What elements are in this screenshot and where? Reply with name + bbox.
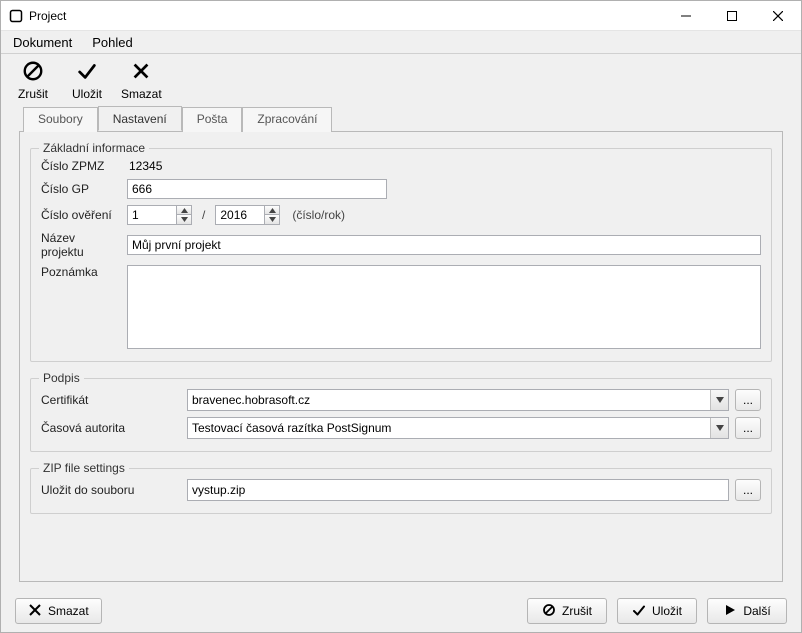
group-podpis-legend: Podpis bbox=[39, 371, 84, 385]
toolbar-smazat[interactable]: Smazat bbox=[121, 60, 162, 101]
toolbar: Zrušit Uložit Smazat bbox=[1, 54, 801, 106]
tabs: Soubory Nastavení Pošta Zpracování bbox=[23, 106, 783, 131]
toolbar-ulozit[interactable]: Uložit bbox=[67, 60, 107, 101]
ov-hint: (číslo/rok) bbox=[292, 208, 345, 222]
ov-separator: / bbox=[202, 208, 205, 222]
footer-dalsi-label: Další bbox=[743, 604, 770, 618]
input-nazev-projektu[interactable] bbox=[127, 235, 761, 255]
toolbar-ulozit-label: Uložit bbox=[72, 87, 102, 101]
label-ulozit-do-souboru: Uložit do souboru bbox=[41, 483, 181, 497]
tab-nastaveni[interactable]: Nastavení bbox=[98, 106, 182, 131]
check-icon bbox=[632, 603, 646, 620]
footer-ulozit-button[interactable]: Uložit bbox=[617, 598, 697, 624]
chevron-down-icon[interactable] bbox=[710, 390, 728, 410]
footer-smazat-label: Smazat bbox=[48, 604, 89, 618]
menu-dokument[interactable]: Dokument bbox=[9, 33, 76, 52]
footer-smazat-button[interactable]: Smazat bbox=[15, 598, 102, 624]
footer-dalsi-button[interactable]: Další bbox=[707, 598, 787, 624]
chevron-down-icon[interactable] bbox=[710, 418, 728, 438]
label-cislo-zpmz: Číslo ZPMZ bbox=[41, 159, 121, 173]
content-area: Soubory Nastavení Pošta Zpracování Zákla… bbox=[1, 106, 801, 590]
combo-certifikat[interactable]: bravenec.hobrasoft.cz bbox=[187, 389, 729, 411]
label-casova-autorita: Časová autorita bbox=[41, 421, 181, 435]
browse-casova-button[interactable]: ... bbox=[735, 417, 761, 439]
close-button[interactable] bbox=[755, 1, 801, 31]
spin-down-icon[interactable] bbox=[176, 215, 191, 224]
footer-zrusit-label: Zrušit bbox=[562, 604, 592, 618]
cancel-icon bbox=[542, 603, 556, 620]
input-cislo-gp[interactable] bbox=[127, 179, 387, 199]
value-cislo-zpmz: 12345 bbox=[127, 159, 162, 173]
bottom-bar: Smazat Zrušit Uložit Další bbox=[1, 590, 801, 632]
combo-casova-text: Testovací časová razítka PostSignum bbox=[188, 418, 710, 438]
delete-x-icon bbox=[28, 603, 42, 620]
spin-ov-year-value[interactable] bbox=[216, 206, 264, 224]
group-zakladni-informace: Základní informace Číslo ZPMZ 12345 Čísl… bbox=[30, 148, 772, 362]
tab-zpracovani[interactable]: Zpracování bbox=[242, 107, 332, 132]
browse-zip-button[interactable]: ... bbox=[735, 479, 761, 501]
label-poznamka: Poznámka bbox=[41, 265, 121, 279]
play-icon bbox=[723, 603, 737, 620]
label-cislo-gp: Číslo GP bbox=[41, 182, 121, 196]
group-zip-settings: ZIP file settings Uložit do souboru ... bbox=[30, 468, 772, 514]
textarea-poznamka[interactable] bbox=[127, 265, 761, 349]
toolbar-smazat-label: Smazat bbox=[121, 87, 162, 101]
window-title: Project bbox=[29, 9, 663, 23]
label-cislo-overeni: Číslo ověření bbox=[41, 208, 121, 222]
spin-down-icon[interactable] bbox=[264, 215, 279, 224]
group-zip-legend: ZIP file settings bbox=[39, 461, 129, 475]
spin-up-icon[interactable] bbox=[176, 206, 191, 215]
spin-up-icon[interactable] bbox=[264, 206, 279, 215]
footer-ulozit-label: Uložit bbox=[652, 604, 682, 618]
cancel-icon bbox=[22, 60, 44, 85]
label-nazev-projektu: Název projektu bbox=[41, 231, 121, 259]
footer-zrusit-button[interactable]: Zrušit bbox=[527, 598, 607, 624]
label-certifikat: Certifikát bbox=[41, 393, 181, 407]
combo-certifikat-text: bravenec.hobrasoft.cz bbox=[188, 390, 710, 410]
browse-certifikat-button[interactable]: ... bbox=[735, 389, 761, 411]
tab-panel-nastaveni: Základní informace Číslo ZPMZ 12345 Čísl… bbox=[19, 131, 783, 582]
group-podpis: Podpis Certifikát bravenec.hobrasoft.cz … bbox=[30, 378, 772, 452]
toolbar-zrusit[interactable]: Zrušit bbox=[13, 60, 53, 101]
spin-ov-num-value[interactable] bbox=[128, 206, 176, 224]
app-icon bbox=[9, 9, 23, 23]
toolbar-zrusit-label: Zrušit bbox=[18, 87, 48, 101]
delete-x-icon bbox=[130, 60, 152, 85]
menu-pohled[interactable]: Pohled bbox=[88, 33, 136, 52]
tab-soubory[interactable]: Soubory bbox=[23, 107, 98, 132]
menubar: Dokument Pohled bbox=[1, 31, 801, 53]
titlebar: Project bbox=[1, 1, 801, 31]
input-zip-path[interactable] bbox=[187, 479, 729, 501]
group-info-legend: Základní informace bbox=[39, 141, 149, 155]
check-icon bbox=[76, 60, 98, 85]
maximize-button[interactable] bbox=[709, 1, 755, 31]
spin-ov-num[interactable] bbox=[127, 205, 192, 225]
minimize-button[interactable] bbox=[663, 1, 709, 31]
spin-ov-year[interactable] bbox=[215, 205, 280, 225]
combo-casova-autorita[interactable]: Testovací časová razítka PostSignum bbox=[187, 417, 729, 439]
main-window: Project Dokument Pohled Zrušit Uložit bbox=[0, 0, 802, 633]
tab-posta[interactable]: Pošta bbox=[182, 107, 243, 132]
